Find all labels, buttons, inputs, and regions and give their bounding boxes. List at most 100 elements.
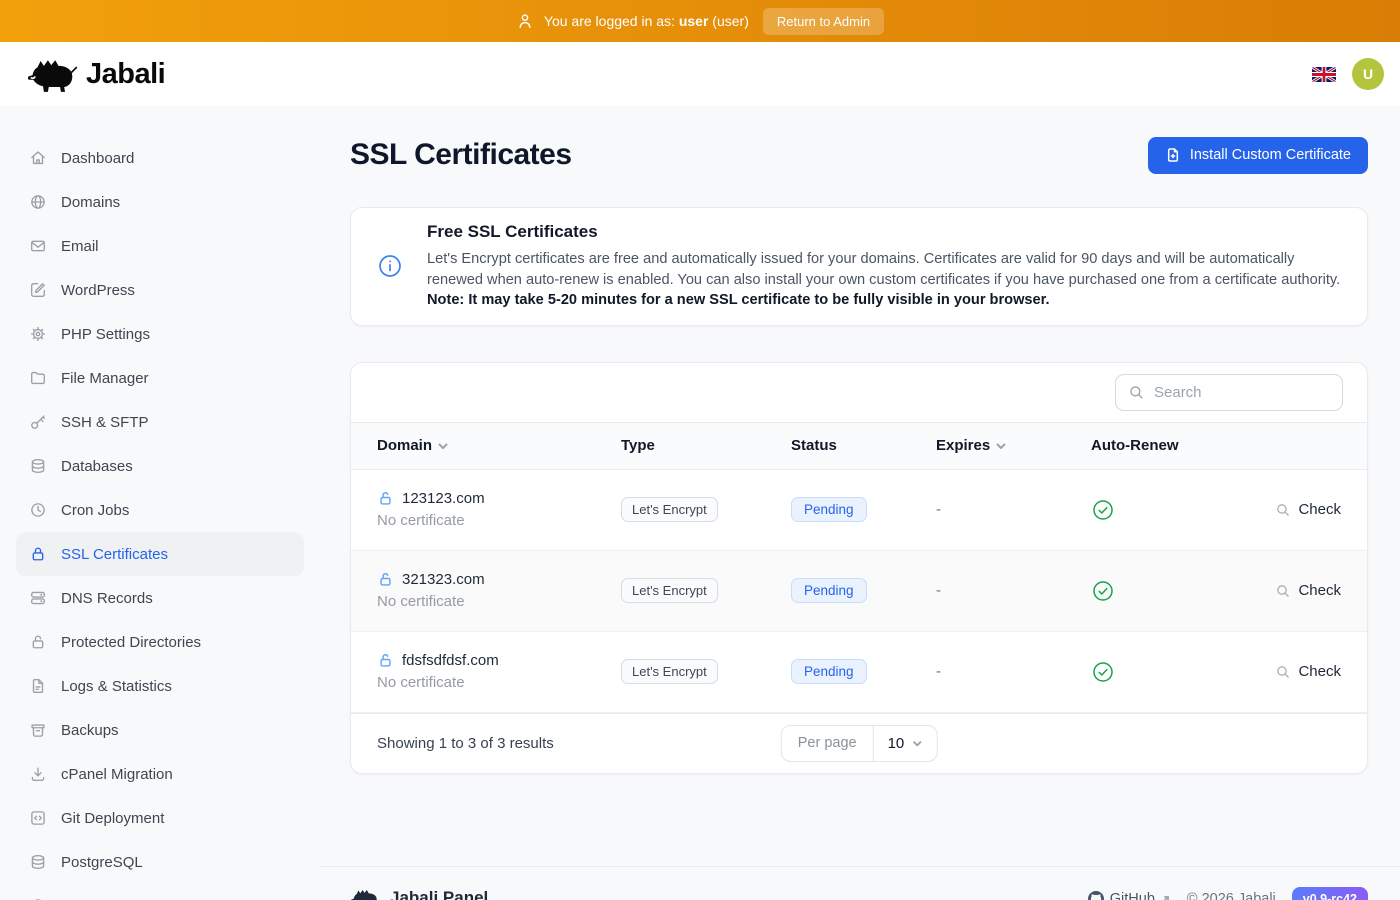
person-icon (516, 12, 534, 30)
unlock-icon (377, 652, 394, 669)
archive-icon (29, 721, 47, 739)
magnifier-icon (1275, 502, 1291, 518)
sidebar-item-file-manager[interactable]: File Manager (16, 356, 304, 400)
magnifier-icon (1275, 583, 1291, 599)
domain-name: 123123.com (402, 490, 485, 507)
impersonation-bar: You are logged in as: user (user) Return… (0, 0, 1400, 42)
lock-icon (29, 633, 47, 651)
sidebar-item-backups[interactable]: Backups (16, 708, 304, 752)
status-badge: Pending (791, 659, 867, 684)
sidebar-item-databases[interactable]: Databases (16, 444, 304, 488)
language-flag-gb-icon[interactable] (1312, 67, 1336, 82)
sidebar-item-dashboard[interactable]: Dashboard (16, 136, 304, 180)
check-button[interactable]: Check (1245, 501, 1341, 518)
app-header: Jabali U (0, 42, 1400, 106)
check-button[interactable]: Check (1245, 582, 1341, 599)
brand-name: Jabali (86, 58, 165, 91)
return-to-admin-button[interactable]: Return to Admin (763, 8, 884, 35)
sidebar-item-php-settings[interactable]: PHP Settings (16, 312, 304, 356)
github-link[interactable]: GitHub (1088, 891, 1171, 900)
domain-name: fdsfsdfdsf.com (402, 652, 499, 669)
expires-value: - (936, 501, 1091, 518)
column-header-type: Type (621, 437, 791, 454)
server-icon (29, 589, 47, 607)
sidebar-item-email[interactable]: Email (16, 224, 304, 268)
edit-icon (29, 281, 47, 299)
page-title: SSL Certificates (350, 138, 572, 172)
footer-brand: Jabali Panel (350, 887, 488, 900)
clock-icon (29, 501, 47, 519)
results-count: Showing 1 to 3 of 3 results (377, 735, 554, 752)
login-prefix: You are logged in as: (544, 13, 675, 29)
column-header-domain[interactable]: Domain (377, 437, 621, 454)
gear-icon (29, 325, 47, 343)
user-avatar[interactable]: U (1352, 58, 1384, 90)
database-icon (29, 457, 47, 475)
sidebar: Dashboard Domains Email WordPress PHP Se… (0, 106, 320, 900)
per-page-value: 10 (888, 735, 905, 752)
info-title: Free SSL Certificates (427, 222, 1341, 242)
domain-subtitle: No certificate (377, 674, 621, 691)
key-icon (29, 413, 47, 431)
chevron-down-icon (437, 440, 449, 452)
expires-value: - (936, 582, 1091, 599)
per-page-select[interactable]: Per page 10 (781, 725, 938, 762)
sidebar-item-git-deployment[interactable]: Git Deployment (16, 796, 304, 840)
login-username: user (679, 13, 709, 29)
search-input[interactable] (1115, 374, 1343, 411)
version-badge: v0.9-rc42 (1292, 887, 1368, 900)
mail-icon (29, 237, 47, 255)
table-row: fdsfsdfdsf.com No certificate Let's Encr… (351, 632, 1367, 713)
main-content: SSL Certificates Install Custom Certific… (320, 106, 1400, 900)
status-badge: Pending (791, 497, 867, 522)
jabali-boar-logo-icon (26, 55, 78, 93)
document-plus-icon (1165, 147, 1181, 163)
sidebar-item-wordpress[interactable]: WordPress (16, 268, 304, 312)
install-custom-certificate-button[interactable]: Install Custom Certificate (1148, 137, 1368, 174)
info-note: Note: It may take 5-20 minutes for a new… (427, 292, 1050, 308)
page-footer: Jabali Panel GitHub © 2026 Jabali v0.9-r… (320, 866, 1400, 900)
chevron-down-icon (911, 738, 922, 749)
folder-icon (29, 369, 47, 387)
search-icon (1128, 384, 1145, 401)
jabali-boar-logo-icon (350, 887, 380, 900)
external-link-icon (1161, 894, 1171, 900)
check-button[interactable]: Check (1245, 663, 1341, 680)
type-badge: Let's Encrypt (621, 578, 718, 603)
sidebar-item-domains[interactable]: Domains (16, 180, 304, 224)
info-body: Let's Encrypt certificates are free and … (427, 249, 1341, 311)
sidebar-item-ssh-sftp[interactable]: SSH & SFTP (16, 400, 304, 444)
sidebar-item-dns-records[interactable]: DNS Records (16, 576, 304, 620)
impersonation-message: You are logged in as: user (user) (516, 12, 749, 30)
copyright: © 2026 Jabali (1187, 891, 1276, 900)
home-icon (29, 149, 47, 167)
globe-icon (29, 193, 47, 211)
auto-renew-check-icon (1091, 660, 1115, 684)
chevron-down-icon (995, 440, 1007, 452)
sidebar-item-cpanel-migration[interactable]: cPanel Migration (16, 752, 304, 796)
domain-subtitle: No certificate (377, 593, 621, 610)
sidebar-item-partial[interactable] (16, 884, 304, 900)
expires-value: - (936, 663, 1091, 680)
sidebar-item-cron-jobs[interactable]: Cron Jobs (16, 488, 304, 532)
status-badge: Pending (791, 578, 867, 603)
unlock-icon (377, 571, 394, 588)
sidebar-item-postgresql[interactable]: PostgreSQL (16, 840, 304, 884)
sidebar-item-protected-directories[interactable]: Protected Directories (16, 620, 304, 664)
table-footer: Showing 1 to 3 of 3 results Per page 10 (351, 713, 1367, 773)
code-icon (29, 809, 47, 827)
lock-icon (29, 545, 47, 563)
domain-name: 321323.com (402, 571, 485, 588)
info-icon (377, 253, 403, 279)
brand[interactable]: Jabali (26, 55, 165, 93)
download-icon (29, 765, 47, 783)
column-header-status: Status (791, 437, 936, 454)
sidebar-item-ssl-certificates[interactable]: SSL Certificates (16, 532, 304, 576)
sidebar-item-logs-statistics[interactable]: Logs & Statistics (16, 664, 304, 708)
database-icon (29, 853, 47, 871)
type-badge: Let's Encrypt (621, 497, 718, 522)
domain-subtitle: No certificate (377, 512, 621, 529)
column-header-expires[interactable]: Expires (936, 437, 1091, 454)
github-icon (1088, 891, 1104, 900)
table-row: 321323.com No certificate Let's Encrypt … (351, 551, 1367, 632)
